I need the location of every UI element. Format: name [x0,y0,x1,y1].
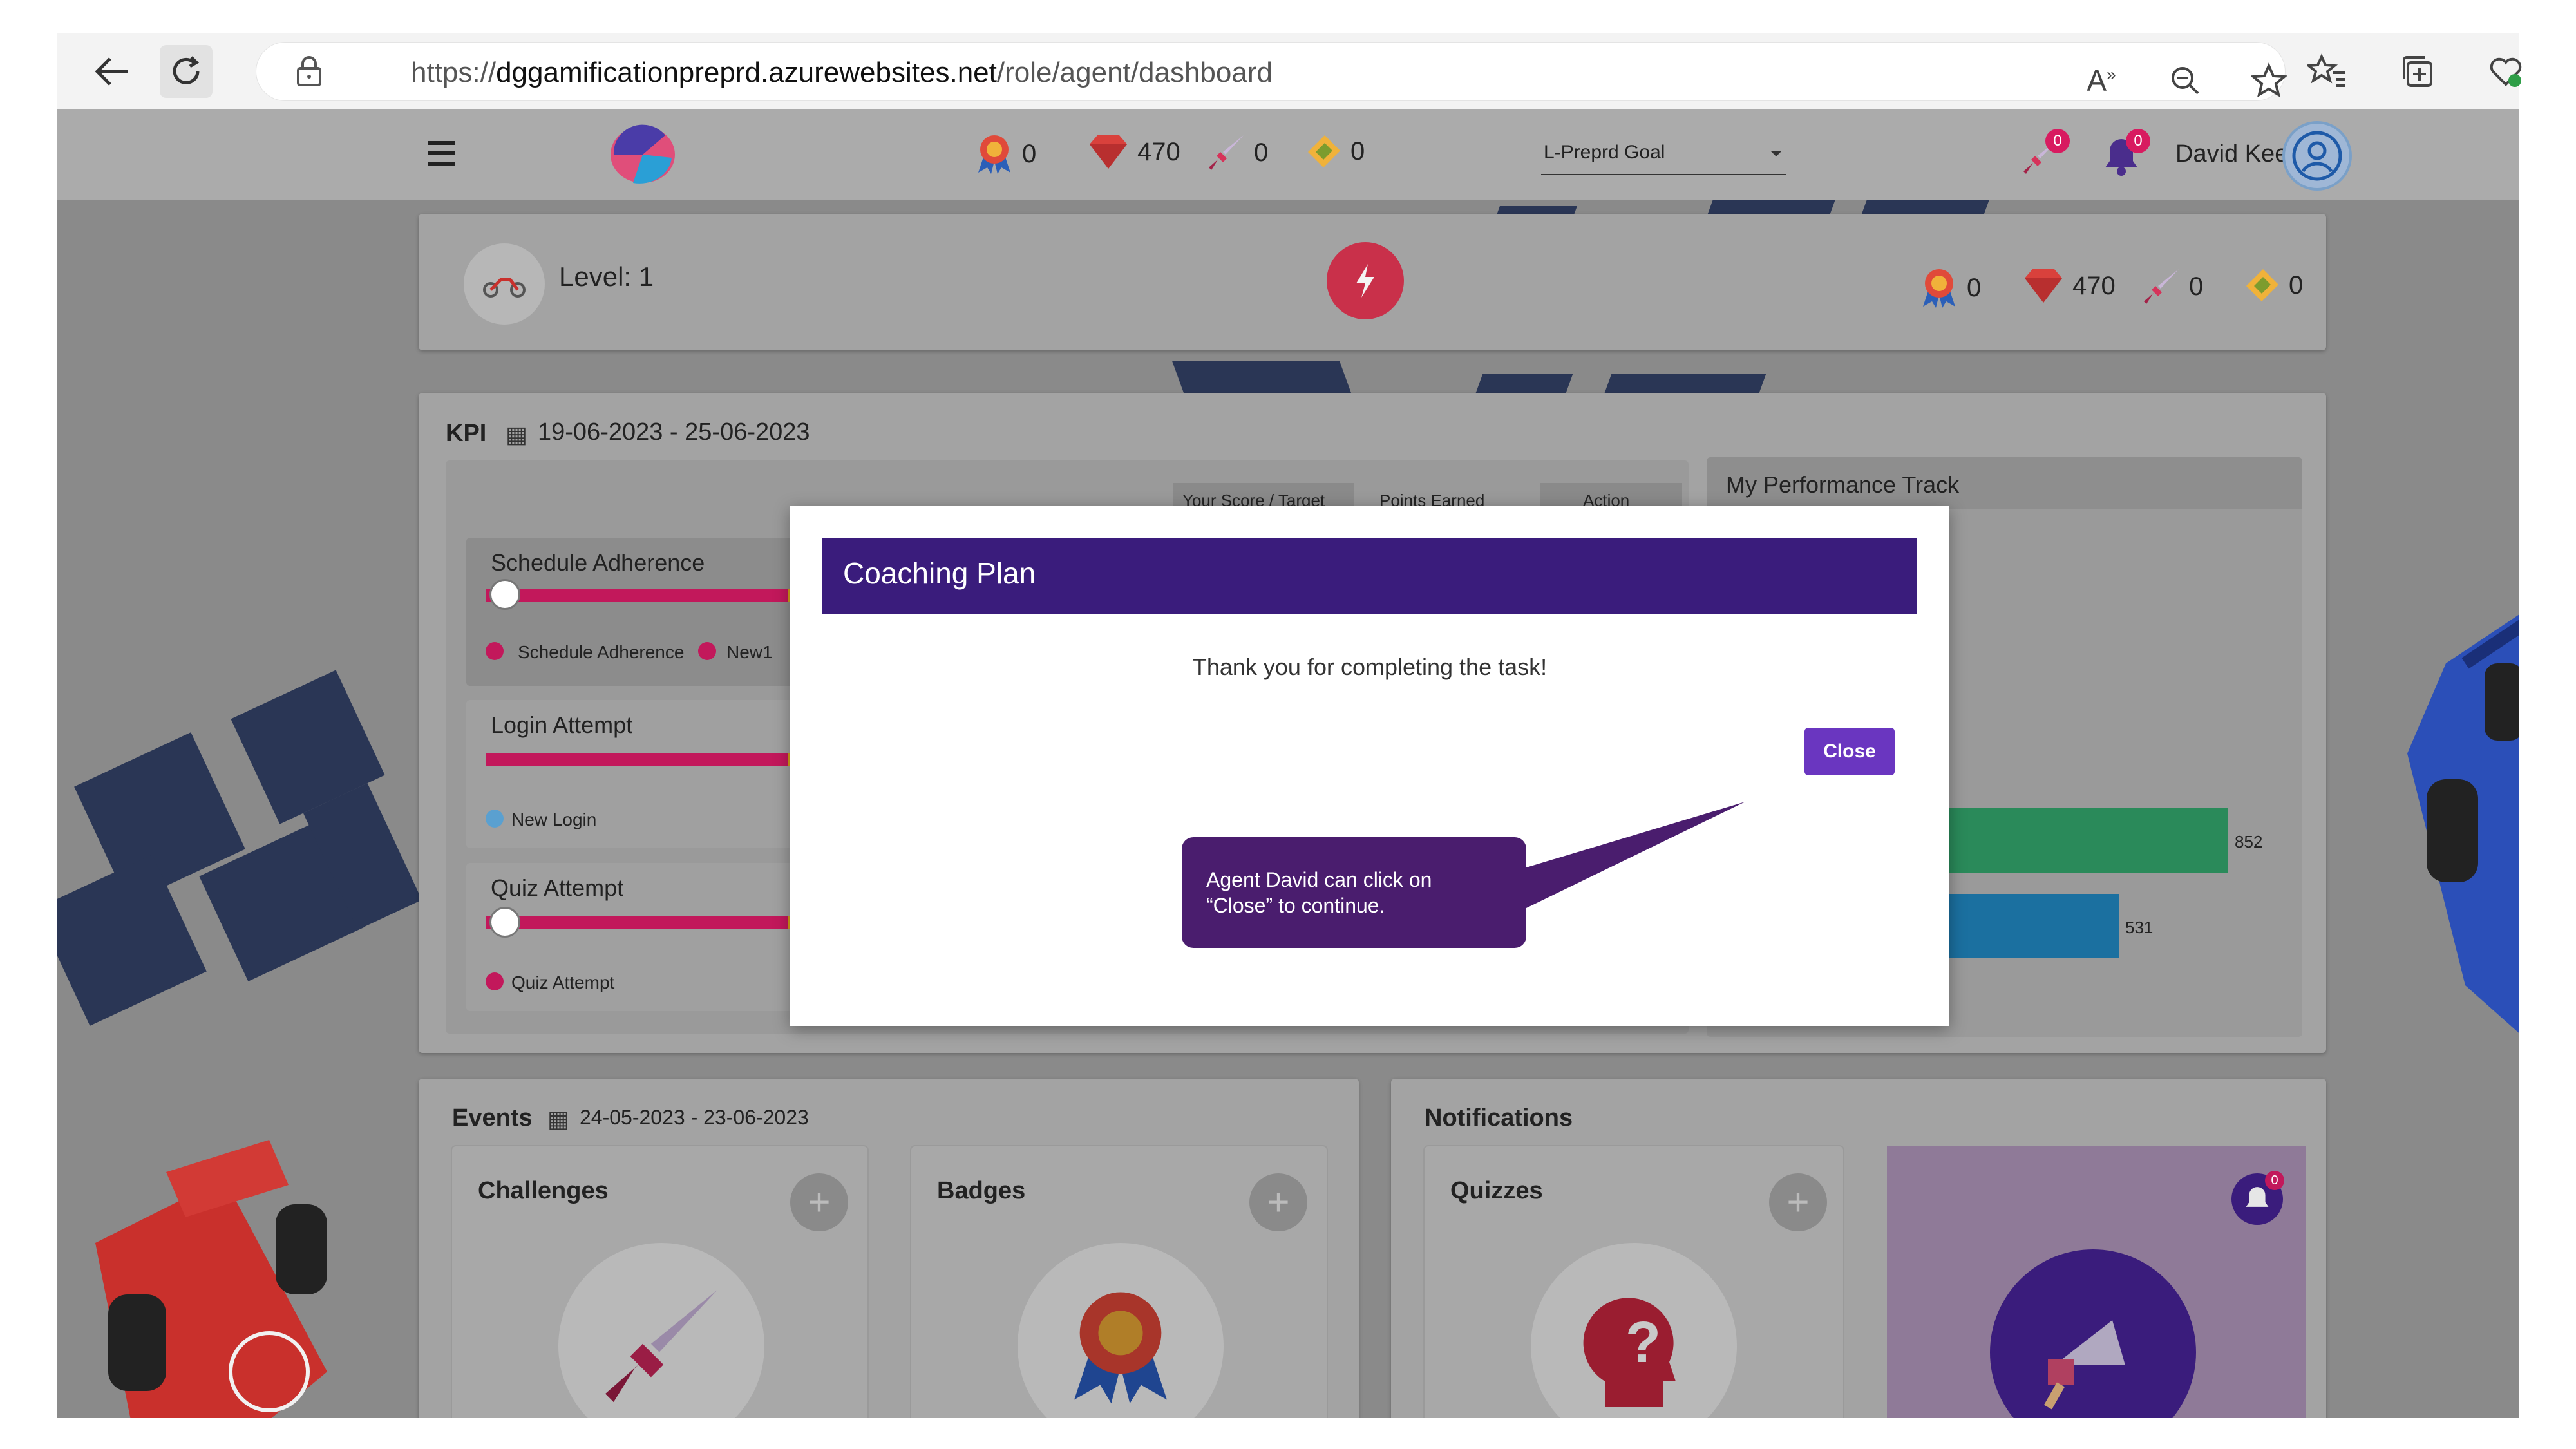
modal-header: Coaching Plan [822,538,1917,614]
add-badge-icon[interactable]: + [1249,1173,1307,1231]
caret-down-icon [1770,151,1782,156]
challenges-tile[interactable]: Challenges + [452,1146,867,1418]
level-gems-stat: 470 [2022,267,2116,305]
notification-count-badge: 0 [2126,129,2150,153]
kpi-item-name: Login Attempt [491,712,633,738]
badges-label: Badges [937,1177,1026,1204]
badges-tile[interactable]: Badges + [911,1146,1327,1418]
zoom-out-icon[interactable] [2163,58,2208,103]
kpi-slider-handle[interactable] [489,579,520,610]
legend-dot [486,642,504,660]
goal-select-value: L-Preprd Goal [1544,142,1665,163]
sword-icon [1209,135,1244,170]
gem-icon [2025,269,2062,303]
badge-medal-icon [1018,1243,1224,1418]
kpi-item-name: Schedule Adherence [491,549,705,576]
performance-bar-value: 531 [2125,918,2154,937]
collections-icon[interactable] [2394,49,2439,94]
header-quizzes-stat: 0 [1303,133,1365,170]
calendar-icon: ▦ [547,1106,570,1132]
svg-text:?: ? [1625,1311,1661,1375]
announcement-tile[interactable]: 0 [1887,1146,2306,1418]
notification-count-badge: 0 [2045,129,2070,153]
modal-title: Coaching Plan [843,556,1036,590]
bell-icon[interactable]: 0 [2231,1171,2284,1225]
user-name: David Keel [2175,140,2294,167]
level-badges-stat: 0 [1919,267,1981,309]
level-label: Level: 1 [559,261,654,292]
legend-dot [698,642,716,660]
events-title: Events [452,1104,533,1132]
legend-label: Quiz Attempt [511,972,615,992]
calendar-icon: ▦ [506,421,528,448]
header-bell-notification[interactable]: 0 [2101,129,2150,181]
add-challenge-icon[interactable]: + [790,1173,848,1231]
favorites-list-icon[interactable] [2304,49,2349,94]
user-icon [2292,131,2342,181]
legend-dot [486,810,504,828]
legend-label: Schedule Adherence [518,642,685,662]
kpi-item-name: Quiz Attempt [491,875,624,901]
callout-pointer [1520,802,1745,908]
notifications-title: Notifications [1425,1104,1573,1132]
notifications-card: Notifications Quizzes + ? 0 [1391,1079,2326,1418]
back-arrow-icon[interactable] [85,45,138,98]
level-quizzes-stat: 0 [2241,267,2303,304]
ticket-icon [1308,135,1340,167]
badge-medal-icon [978,135,1010,174]
header-badges-stat: 0 [974,133,1036,175]
megaphone-icon [1990,1249,2196,1418]
favorite-star-icon[interactable] [2246,58,2291,103]
kpi-title: KPI [446,420,487,447]
events-date-range: 24-05-2023 - 23-06-2023 [580,1106,809,1129]
header-challenges-stat: 0 [1206,133,1268,173]
legend-label: New Login [511,810,597,829]
read-aloud-icon[interactable]: A» [2079,58,2124,103]
sword-icon [558,1243,764,1418]
header-challenges-notification[interactable]: 0 [2021,129,2070,180]
sword-icon [2144,269,2179,304]
question-head-icon: ? [1531,1243,1737,1418]
address-bar[interactable]: https://dggamificationpreprd.azurewebsit… [256,43,2287,103]
quizzes-tile[interactable]: Quizzes + ? [1425,1146,1843,1418]
browser-toolbar: https://dggamificationpreprd.azurewebsit… [57,33,2522,111]
legend-label: New1 [726,642,773,662]
events-card: Events ▦ 24-05-2023 - 23-06-2023 Challen… [419,1079,1359,1418]
performance-bar-value: 852 [2235,832,2263,851]
level-challenges-stat: 0 [2141,267,2203,307]
close-button[interactable]: Close [1804,728,1895,775]
bike-icon [464,243,545,325]
ticket-icon [2246,269,2278,301]
legend-dot [486,972,504,990]
callout-line: “Close” to continue. [1206,894,1385,917]
notification-count-badge: 0 [2265,1171,2284,1190]
add-quiz-icon[interactable]: + [1769,1173,1827,1231]
app-header: 0 470 0 0 L-Preprd Goal 0 0 David Keel [57,109,2519,200]
hamburger-menu-icon[interactable] [427,140,457,169]
goal-select[interactable]: L-Preprd Goal [1541,133,1786,175]
refresh-icon[interactable] [160,45,213,98]
instruction-callout: Agent David can click on “Close” to cont… [1182,837,1526,948]
modal-message: Thank you for completing the task! [1192,654,1548,680]
badge-medal-icon [1923,269,1955,308]
quizzes-label: Quizzes [1450,1177,1543,1204]
lock-icon [295,55,323,91]
kpi-slider-handle[interactable] [489,907,520,938]
kpi-date-range: 19-06-2023 - 25-06-2023 [538,419,810,446]
app-logo[interactable] [607,122,678,190]
lightning-icon[interactable] [1327,242,1404,319]
header-gems-stat: 470 [1087,133,1180,171]
avatar[interactable] [2285,124,2349,188]
callout-line: Agent David can click on [1206,868,1432,891]
level-card: Level: 1 0 470 0 0 [419,214,2326,350]
gem-icon [1090,135,1127,169]
performance-title: My Performance Track [1726,471,1960,498]
challenges-label: Challenges [478,1177,609,1204]
url-text: https://dggamificationpreprd.azurewebsit… [411,57,1273,88]
browser-essentials-icon[interactable] [2483,49,2528,94]
